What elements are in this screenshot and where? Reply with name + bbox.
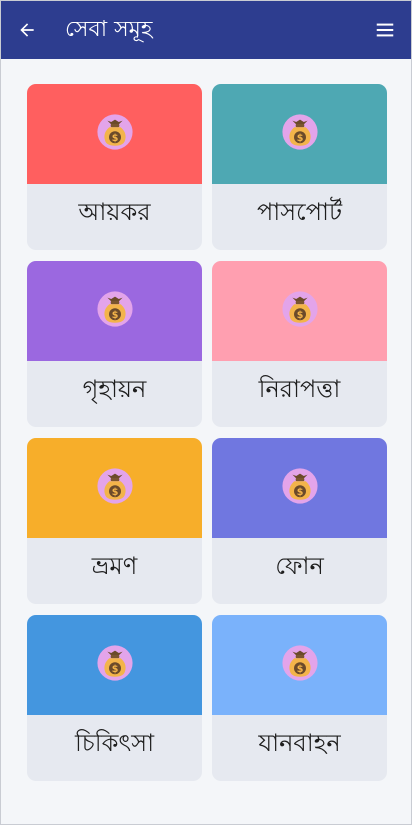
service-card[interactable]: $ পাসপোর্ট (212, 84, 387, 250)
service-card-banner: $ (27, 615, 202, 715)
service-card-banner: $ (212, 438, 387, 538)
service-card-banner: $ (212, 615, 387, 715)
back-button[interactable] (3, 1, 51, 59)
service-card-banner: $ (212, 84, 387, 184)
svg-text:$: $ (111, 310, 118, 321)
app-bar: সেবা সমূহ (1, 1, 411, 59)
service-card-banner: $ (212, 261, 387, 361)
svg-text:$: $ (296, 664, 303, 675)
menu-button[interactable] (361, 1, 409, 59)
svg-text:$: $ (296, 487, 303, 498)
money-bag-icon: $ (281, 290, 319, 332)
service-grid: $ আয়কর $ পাসপোর্ট $ গৃহায়ন $ নিরাপত্তা $ ভ্রমণ $… (27, 84, 387, 781)
money-bag-icon: $ (96, 290, 134, 332)
money-bag-icon: $ (96, 467, 134, 509)
service-card-label: নিরাপত্তা (258, 375, 341, 403)
money-bag-icon: $ (281, 467, 319, 509)
service-card-banner: $ (27, 438, 202, 538)
svg-text:$: $ (111, 487, 118, 498)
svg-text:$: $ (111, 133, 118, 144)
hamburger-menu-icon (376, 23, 394, 37)
money-bag-icon: $ (96, 644, 134, 686)
service-card[interactable]: $ গৃহায়ন (27, 261, 202, 427)
service-card[interactable]: $ আয়কর (27, 84, 202, 250)
service-card-label: আয়কর (78, 198, 151, 226)
service-card-label: ভ্রমণ (91, 552, 138, 580)
service-card-label: গৃহায়ন (82, 375, 147, 403)
svg-text:$: $ (111, 664, 118, 675)
page-title: সেবা সমূহ (65, 16, 153, 42)
money-bag-icon: $ (281, 644, 319, 686)
money-bag-icon: $ (281, 113, 319, 155)
service-card-label: পাসপোর্ট (256, 198, 343, 226)
arrow-left-icon (20, 23, 34, 37)
app-screen: সেবা সমূহ $ আয়কর $ পাসপোর্ট $ গৃহায়ন $ নিরাপত… (0, 0, 412, 825)
service-card-label: ফোন (275, 552, 324, 580)
service-card-label: যানবাহন (258, 729, 341, 757)
service-card-banner: $ (27, 84, 202, 184)
service-card[interactable]: $ যানবাহন (212, 615, 387, 781)
service-card-label: চিকিৎসা (74, 729, 155, 757)
service-card[interactable]: $ চিকিৎসা (27, 615, 202, 781)
service-card[interactable]: $ নিরাপত্তা (212, 261, 387, 427)
service-card[interactable]: $ ভ্রমণ (27, 438, 202, 604)
svg-text:$: $ (296, 133, 303, 144)
svg-text:$: $ (296, 310, 303, 321)
service-card-banner: $ (27, 261, 202, 361)
money-bag-icon: $ (96, 113, 134, 155)
service-card[interactable]: $ ফোন (212, 438, 387, 604)
